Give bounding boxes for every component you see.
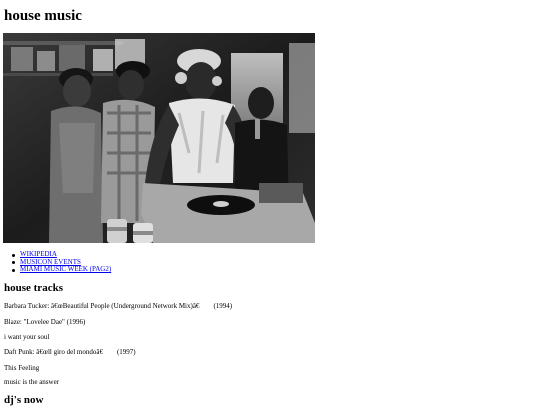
house-tracks-heading: house tracks	[4, 282, 63, 294]
track-item: Blaze: "Lovelee Dae" (1996)	[4, 318, 85, 327]
track-title: This Feeling	[4, 364, 40, 372]
track-title: Barbara Tucker: â€œBeautiful People (Und…	[4, 302, 200, 310]
track-item: music is the answer	[4, 378, 59, 387]
miami-music-week-link[interactable]: MIAMI MUSIC WEEK (PAG2)	[20, 265, 111, 273]
track-item: Barbara Tucker: â€œBeautiful People (Und…	[4, 302, 232, 311]
dj-photo-icon	[3, 33, 315, 243]
track-title: i want your soul	[4, 333, 50, 341]
list-item: MIAMI MUSIC WEEK (PAG2)	[11, 265, 111, 274]
djs-now-heading: dj's now	[4, 394, 44, 406]
track-item: Daft Punk: â€œll giro del mondoâ€ (1997)	[4, 348, 136, 357]
links-list: WIKIPEDIA MUSICON EVENTS MIAMI MUSIC WEE…	[11, 250, 111, 274]
track-title: Blaze: "Lovelee Dae" (1996)	[4, 318, 86, 326]
page-title: house music	[4, 8, 82, 24]
track-item: This Feeling	[4, 364, 39, 373]
track-year: (1994)	[213, 302, 233, 310]
track-title: Daft Punk: â€œll giro del mondoâ€	[4, 348, 103, 356]
track-title: music is the answer	[4, 378, 60, 386]
track-year: (1997)	[116, 348, 136, 356]
track-item: i want your soul	[4, 333, 49, 342]
dj-photo	[3, 33, 315, 243]
